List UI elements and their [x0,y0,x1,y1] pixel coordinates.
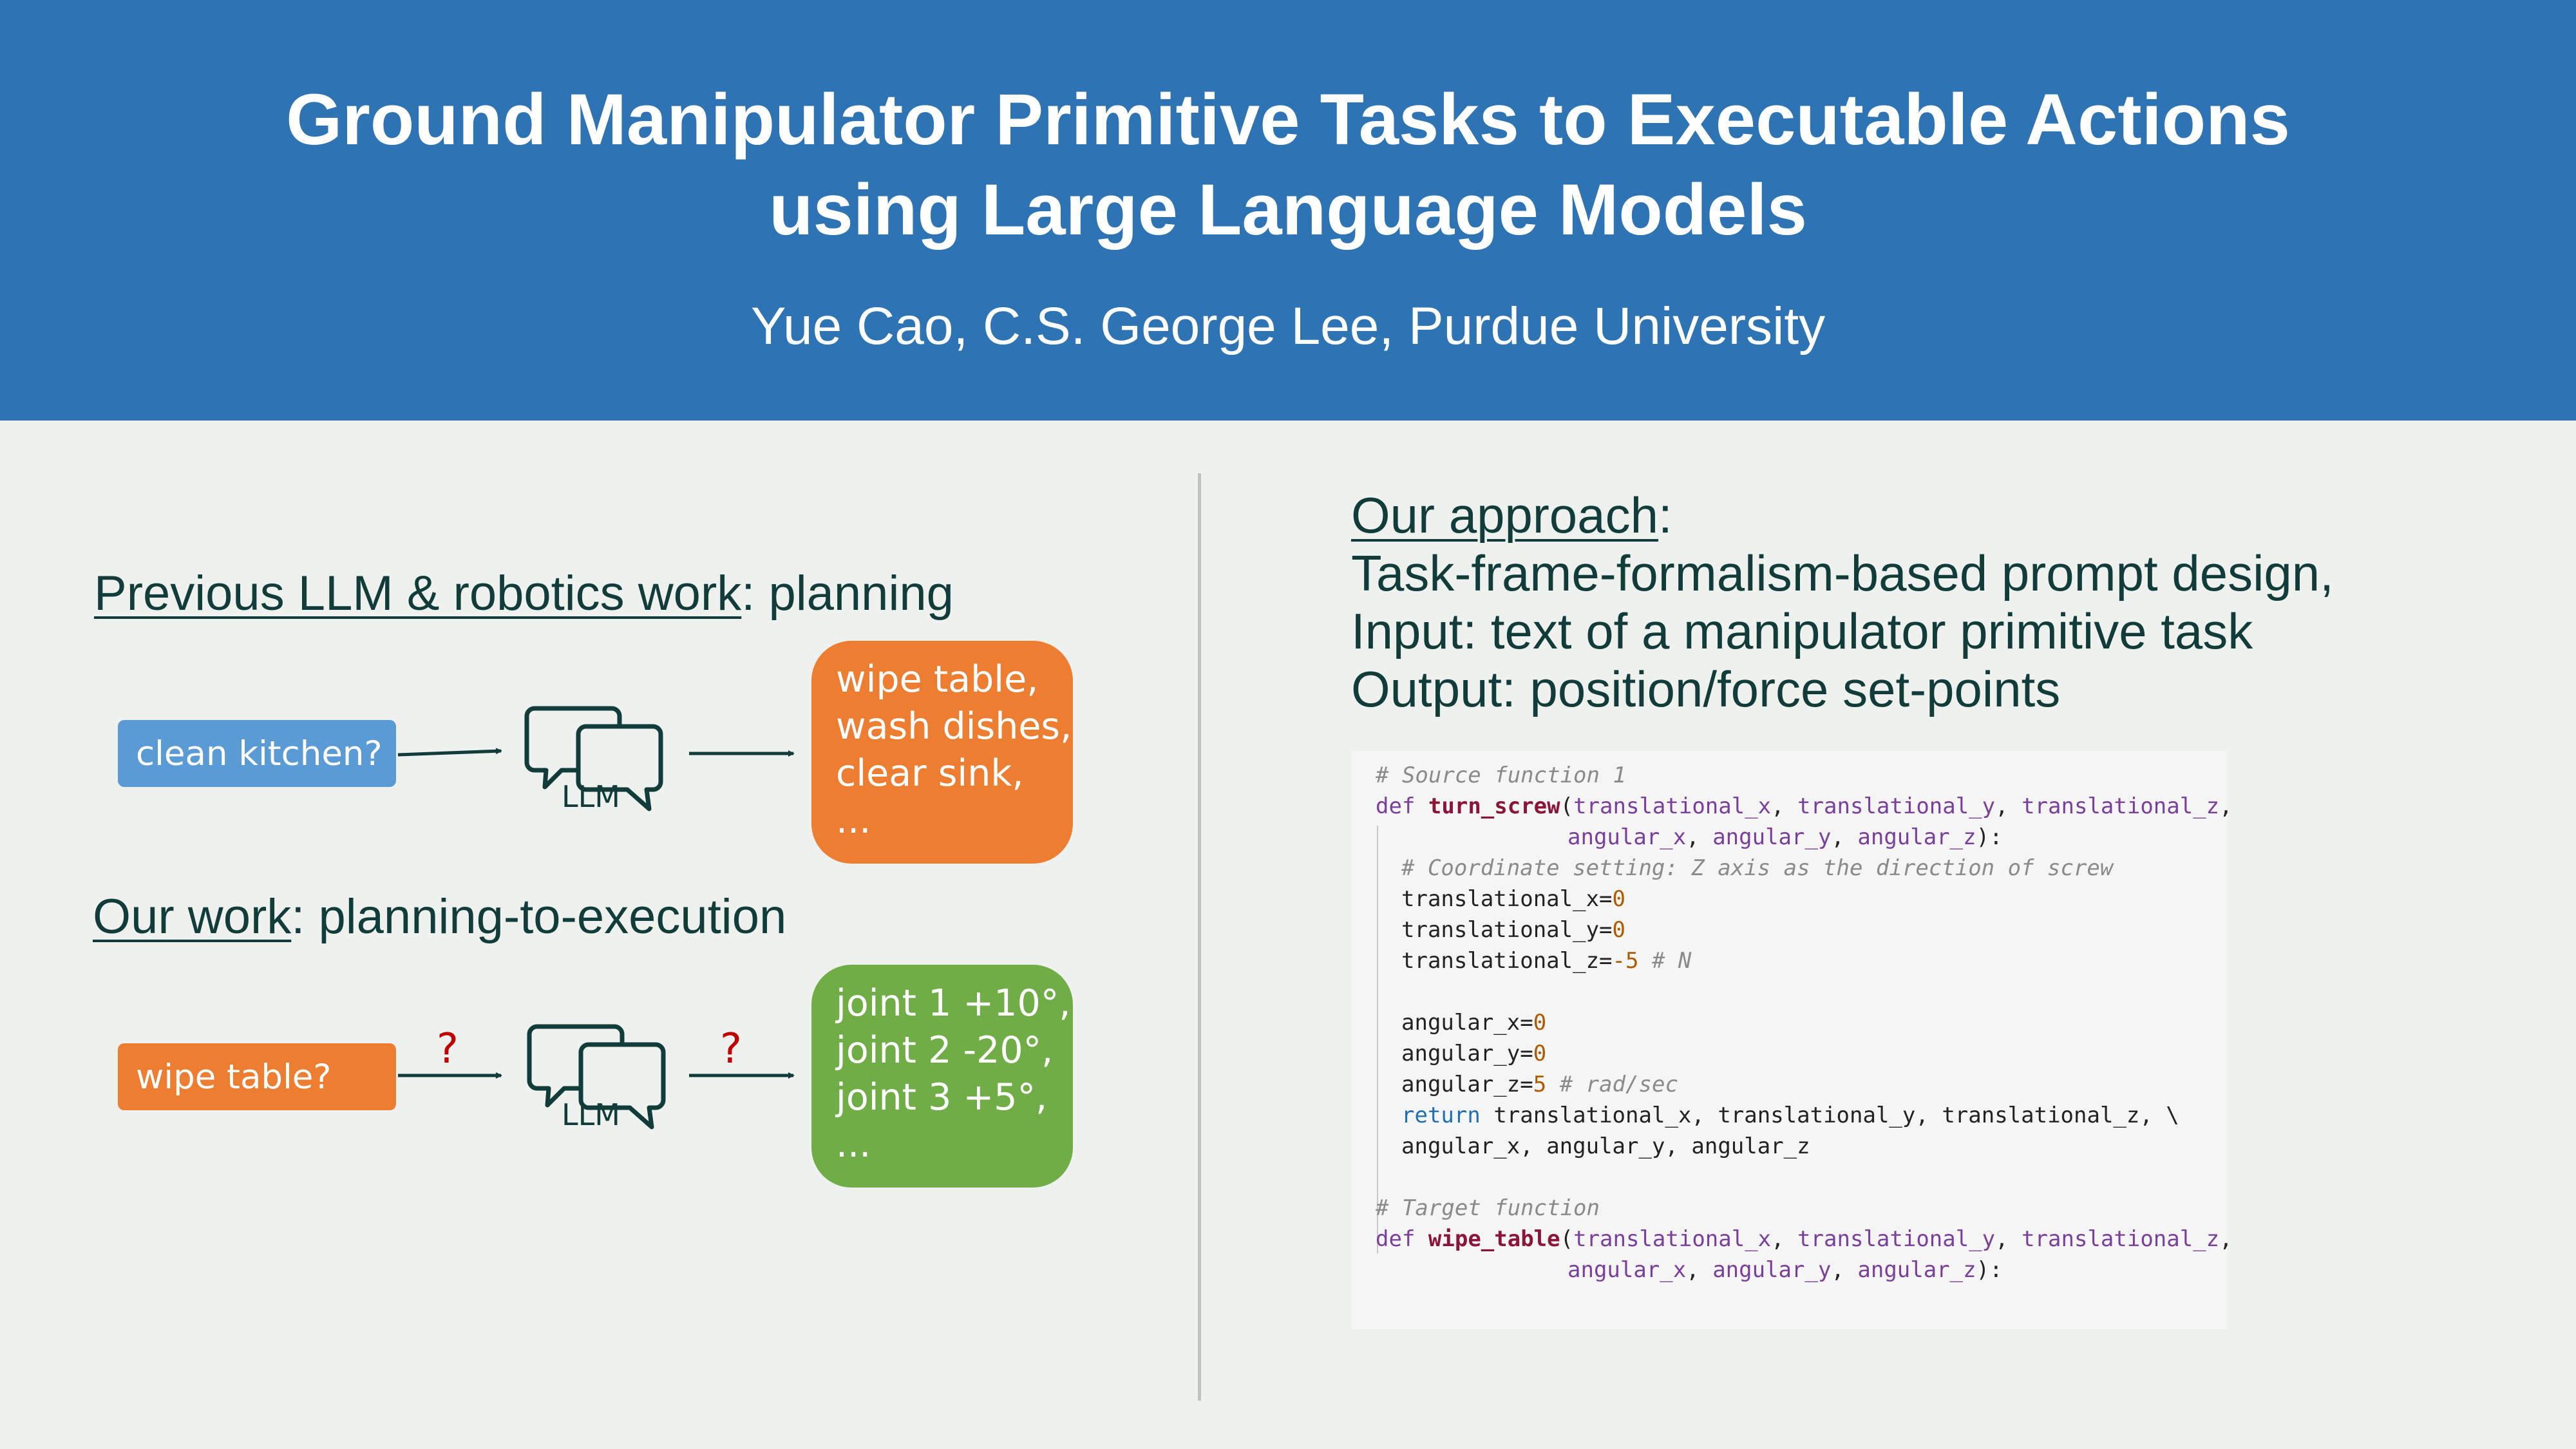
vertical-divider [1198,473,1201,1401]
code-line: translational_z=-5 # N [1401,948,1692,974]
our-output-box: joint 1 +10°, joint 2 -20°, joint 3 +5°,… [811,965,1073,1188]
our-work-heading-underlined: Our work [93,889,292,944]
code-line: # Coordinate setting: Z axis as the dire… [1401,855,2114,881]
approach-line: Input: text of a manipulator primitive t… [1351,603,2253,659]
prev-llm-label: LLM [562,779,620,814]
prev-arrow-1 [397,748,502,757]
code-line: angular_x, angular_y, angular_z [1401,1133,1810,1159]
our-output-line: ... [836,1123,871,1166]
our-input-box: wipe table? [118,1043,396,1110]
code-line: def wipe_table(translational_x, translat… [1376,1226,2233,1252]
approach-heading-underlined: Our approach [1351,487,1658,544]
code-line: angular_x=0 [1401,1010,1547,1036]
our-work-heading-rest: : planning-to-execution [291,889,787,944]
our-output-line: joint 2 -20°, [836,1029,1054,1072]
code-line: return translational_x, translational_y,… [1401,1103,2179,1128]
code-line: angular_y=0 [1401,1041,1547,1066]
code-block: # Source function 1 def turn_screw(trans… [1351,751,2233,1329]
prev-output-line: ... [836,799,871,842]
code-line: angular_x, angular_y, angular_z): [1567,824,2003,850]
approach-line: Output: position/force set-points [1351,661,2061,717]
prev-output-line: wipe table, [836,658,1039,701]
prev-output-box: wipe table, wash dishes, clear sink, ... [811,641,1073,864]
code-line: angular_x, angular_y, angular_z): [1567,1257,2003,1283]
our-input-label: wipe table? [136,1057,332,1097]
approach-block: Our approach: Task-frame-formalism-based… [1351,486,2334,718]
code-line: translational_x=0 [1401,886,1626,912]
our-work-heading: Our work: planning-to-execution [93,889,786,945]
prev-output-line: wash dishes, [836,705,1072,748]
indent-guide [1377,826,1378,1253]
code-line: translational_y=0 [1401,917,1626,943]
code-line: # Source function 1 [1376,762,1626,788]
code-line: # Target function [1376,1195,1600,1221]
our-llm-label: LLM [562,1097,620,1132]
approach-heading-colon: : [1658,487,1672,544]
approach-heading: Our approach: [1351,486,2334,544]
our-output-line: joint 1 +10°, [836,982,1071,1025]
question-mark-1: ? [437,1025,459,1073]
code-line: angular_z=5 # rad/sec [1401,1072,1678,1097]
approach-line: Task-frame-formalism-based prompt design… [1351,545,2334,601]
question-mark-2: ? [720,1025,742,1073]
our-output-line: joint 3 +5°, [836,1076,1048,1119]
code-line: def turn_screw(translational_x, translat… [1376,793,2233,819]
prev-output-line: clear sink, [836,752,1024,795]
